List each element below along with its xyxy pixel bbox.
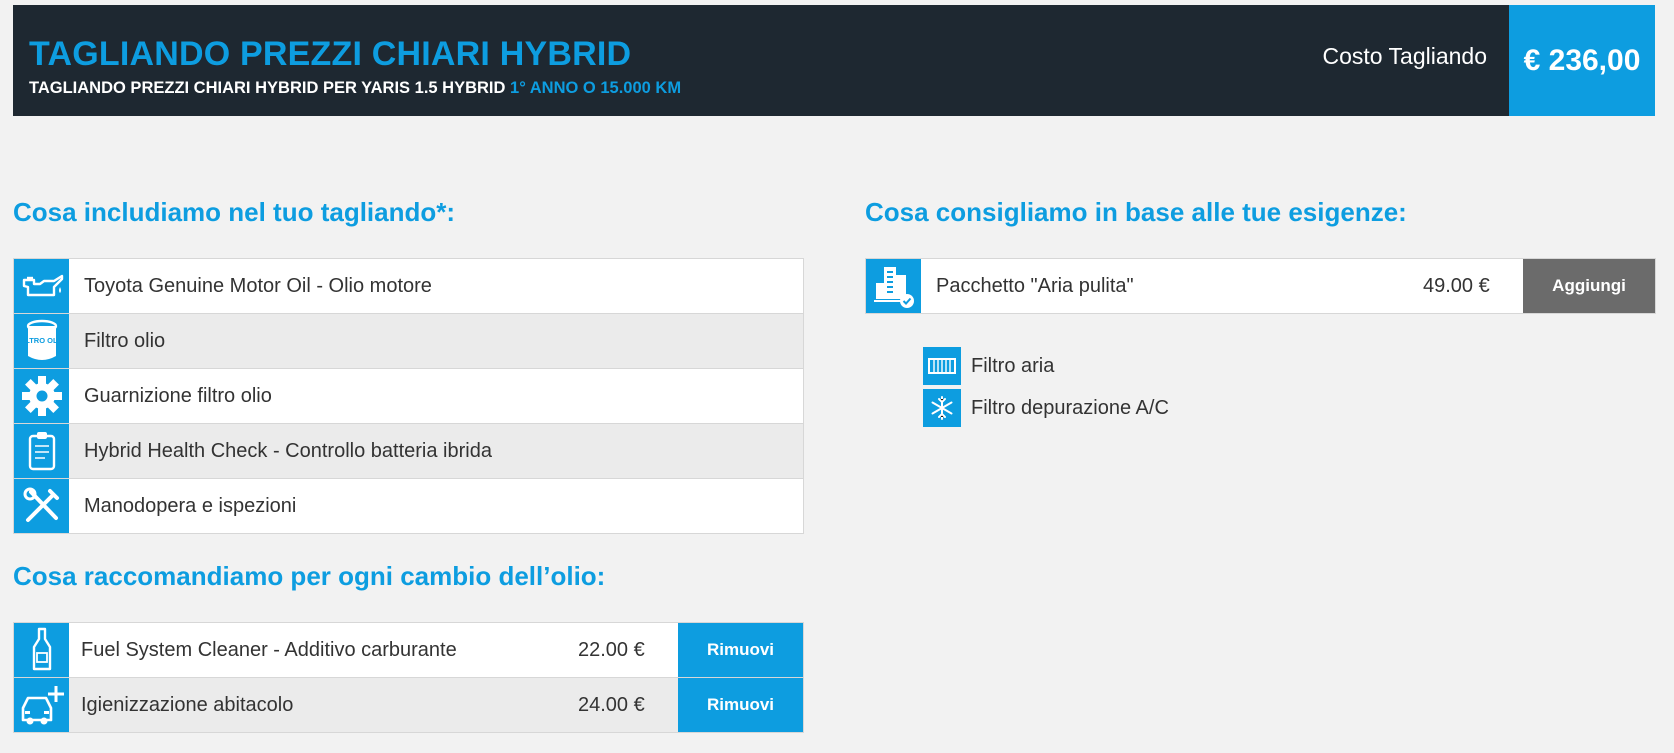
gear-icon — [14, 369, 69, 423]
tools-icon — [14, 479, 69, 533]
subtitle-vehicle: TAGLIANDO PREZZI CHIARI HYBRID PER YARIS… — [29, 79, 506, 97]
bottle-icon — [14, 623, 69, 677]
remove-cabin-sanitize-button[interactable]: Rimuovi — [678, 678, 803, 732]
item-price: 22.00 € — [578, 639, 645, 661]
item-label: Filtro olio — [84, 330, 166, 352]
item-price: 24.00 € — [578, 694, 645, 716]
item-label: Manodopera e ispezioni — [84, 495, 297, 517]
item-price: 49.00 € — [1423, 275, 1490, 297]
cost-label: Costo Tagliando — [1322, 43, 1487, 69]
item-label: Igienizzazione abitacolo — [81, 694, 294, 716]
included-list: Toyota Genuine Motor Oil - Olio motore F… — [13, 258, 804, 534]
list-item: Guarnizione filtro olio — [14, 369, 803, 424]
car-plus-icon — [14, 678, 69, 732]
service-header: TAGLIANDO PREZZI CHIARI HYBRID TAGLIANDO… — [13, 5, 1655, 116]
add-clean-air-package-button[interactable]: Aggiungi — [1523, 259, 1655, 313]
city-air-icon — [866, 259, 921, 313]
item-label: Guarnizione filtro olio — [84, 385, 272, 407]
subtitle-interval: 1° ANNO O 15.000 KM — [510, 79, 682, 97]
air-filter-icon — [923, 347, 961, 385]
sub-item-label: Filtro aria — [971, 355, 1055, 377]
svg-text:FILTRO OLIO: FILTRO OLIO — [24, 336, 60, 345]
list-item: Pacchetto "Aria pulita" 49.00 € Aggiungi — [866, 259, 1655, 313]
included-title: Cosa includiamo nel tuo tagliando*: — [13, 197, 456, 227]
list-item: Manodopera e ispezioni — [14, 479, 803, 533]
list-item: Fuel System Cleaner - Additivo carburant… — [14, 623, 803, 678]
item-label: Fuel System Cleaner - Additivo carburant… — [81, 639, 457, 661]
item-label: Toyota Genuine Motor Oil - Olio motore — [84, 275, 432, 297]
item-label: Hybrid Health Check - Controllo batteria… — [84, 440, 492, 462]
oil-can-icon — [14, 259, 69, 313]
snowflake-icon — [923, 389, 961, 427]
list-item: Toyota Genuine Motor Oil - Olio motore — [14, 259, 803, 314]
page-title: TAGLIANDO PREZZI CHIARI HYBRID — [29, 35, 632, 73]
oil-change-title: Cosa raccomandiamo per ogni cambio dell’… — [13, 561, 606, 591]
item-label: Pacchetto "Aria pulita" — [936, 275, 1134, 297]
recommended-title: Cosa consigliamo in base alle tue esigen… — [865, 197, 1407, 227]
clipboard-icon — [14, 424, 69, 478]
list-item: Igienizzazione abitacolo 24.00 € Rimuovi — [14, 678, 803, 732]
list-item: FILTRO OLIO Filtro olio — [14, 314, 803, 369]
page-subtitle: TAGLIANDO PREZZI CHIARI HYBRID PER YARIS… — [29, 79, 681, 98]
sub-item-label: Filtro depurazione A/C — [971, 397, 1169, 419]
total-price: € 236,00 — [1509, 5, 1655, 116]
remove-fuel-cleaner-button[interactable]: Rimuovi — [678, 623, 803, 677]
list-item: Hybrid Health Check - Controllo batteria… — [14, 424, 803, 479]
oil-change-list: Fuel System Cleaner - Additivo carburant… — [13, 622, 804, 733]
recommended-list: Pacchetto "Aria pulita" 49.00 € Aggiungi — [865, 258, 1656, 314]
oil-filter-icon: FILTRO OLIO — [14, 314, 69, 368]
